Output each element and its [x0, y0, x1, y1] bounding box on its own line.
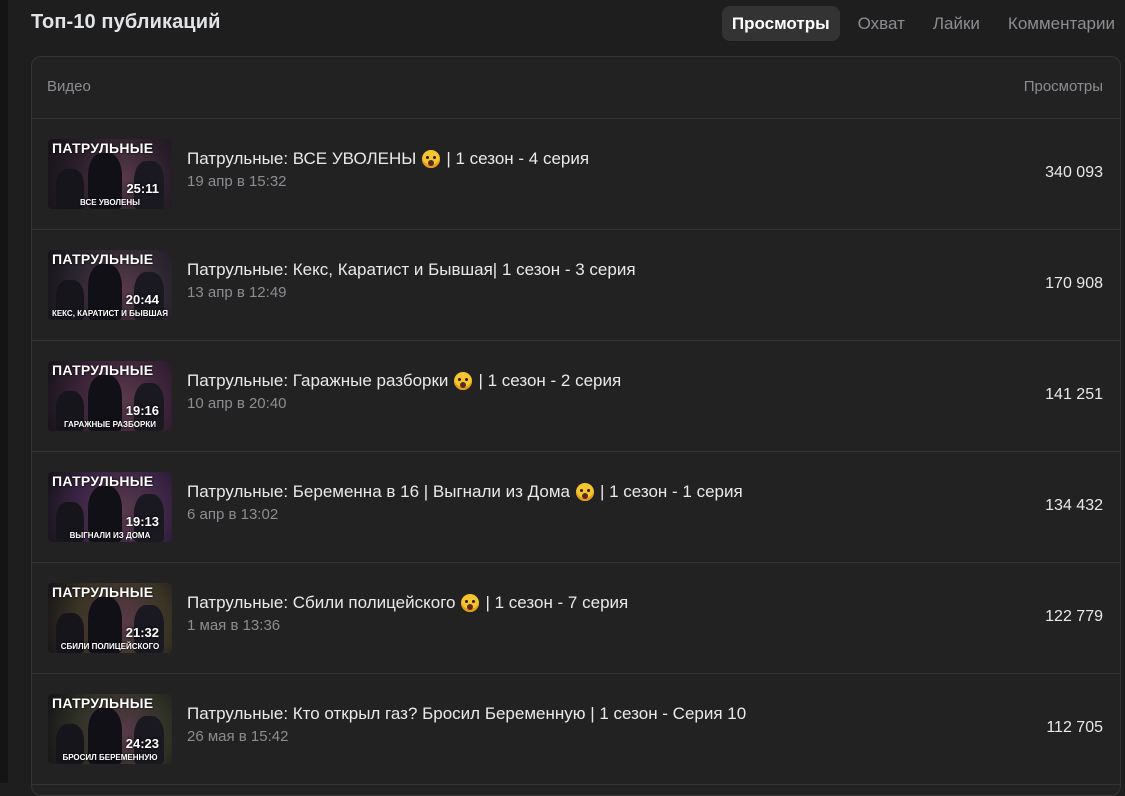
table-row[interactable]: ПАТРУЛЬНЫЕ 25:11 ВСЕ УВОЛЕНЫ Патрульные: ВС… — [32, 119, 1120, 230]
thumbnail-caption: БРОСИЛ БЕРЕМЕННУЮ — [62, 753, 158, 762]
video-title: Патрульные: ВСЕ УВОЛЕНЫ — [187, 149, 417, 168]
publish-date: 1 мая в 13:36 — [187, 617, 281, 634]
views-count: 340 093 — [1045, 164, 1103, 181]
scream-emoji-icon — [422, 150, 441, 168]
video-thumbnail[interactable]: ПАТРУЛЬНЫЕ 20:44 КЕКС, КАРАТИСТ И БЫВШАЯ — [48, 250, 172, 320]
video-thumbnail[interactable]: ПАТРУЛЬНЫЕ 19:13 ВЫГНАЛИ ИЗ ДОМА — [48, 472, 172, 542]
metric-tabs: Просмотры Охват Лайки Комментарии — [714, 6, 1125, 41]
video-title: Патрульные: Гаражные разборки — [187, 371, 449, 390]
thumbnail-brand-text: ПАТРУЛЬНЫЕ — [52, 584, 154, 600]
top-publications-header: Топ-10 публикаций Просмотры Охват Лайки … — [31, 0, 1125, 48]
table-header: Видео Просмотры — [32, 57, 1120, 119]
left-edge-strip — [0, 0, 8, 783]
video-title-suffix: | 1 сезон - 4 серия — [446, 149, 590, 168]
video-title-link[interactable]: Патрульные: Кекс, Каратист и Бывшая| 1 с… — [187, 260, 636, 280]
table-row[interactable]: ПАТРУЛЬНЫЕ 19:13 ВЫГНАЛИ ИЗ ДОМА Патрульные… — [32, 452, 1120, 563]
video-title: Патрульные: Беременна в 16 | Выгнали из … — [187, 482, 570, 501]
scream-emoji-icon — [454, 372, 473, 390]
views-count: 122 779 — [1045, 608, 1103, 625]
video-title-link[interactable]: Патрульные: Гаражные разборки | 1 сезон -… — [187, 371, 621, 391]
scream-emoji-icon — [575, 483, 594, 501]
publish-date: 19 апр в 15:32 — [187, 173, 287, 190]
tab-reach[interactable]: Охват — [848, 6, 915, 41]
video-duration: 20:44 — [125, 292, 159, 307]
video-title: Патрульные: Кто открыл газ? Бросил Берем… — [187, 704, 747, 723]
video-title: Патрульные: Кекс, Каратист и Бывшая| 1 с… — [187, 260, 636, 279]
views-count: 134 432 — [1045, 497, 1103, 514]
video-duration: 25:11 — [126, 181, 159, 196]
video-thumbnail[interactable]: ПАТРУЛЬНЫЕ 25:11 ВСЕ УВОЛЕНЫ — [48, 139, 172, 209]
table-body: ПАТРУЛЬНЫЕ 25:11 ВСЕ УВОЛЕНЫ Патрульные: ВС… — [32, 119, 1120, 785]
scream-emoji-icon — [461, 594, 480, 612]
thumbnail-brand-text: ПАТРУЛЬНЫЕ — [52, 695, 154, 711]
table-row[interactable]: ПАТРУЛЬНЫЕ 24:23 БРОСИЛ БЕРЕМЕННУЮ Патрульн… — [32, 674, 1120, 785]
table-row[interactable]: ПАТРУЛЬНЫЕ 20:44 КЕКС, КАРАТИСТ И БЫВШАЯ Па… — [32, 230, 1120, 341]
table-row[interactable]: ПАТРУЛЬНЫЕ 19:16 ГАРАЖНЫЕ РАЗБОРКИ Патрульн… — [32, 341, 1120, 452]
thumbnail-caption: ВЫГНАЛИ ИЗ ДОМА — [69, 531, 151, 540]
column-header-views[interactable]: Просмотры — [1024, 78, 1103, 95]
tab-views[interactable]: Просмотры — [721, 6, 840, 41]
publish-date: 13 апр в 12:49 — [187, 284, 287, 301]
thumbnail-caption: ВСЕ УВОЛЕНЫ — [80, 198, 140, 207]
thumbnail-caption: ГАРАЖНЫЕ РАЗБОРКИ — [64, 420, 156, 429]
video-thumbnail[interactable]: ПАТРУЛЬНЫЕ 24:23 БРОСИЛ БЕРЕМЕННУЮ — [48, 694, 172, 764]
column-header-video: Видео — [47, 78, 91, 95]
video-title-link[interactable]: Патрульные: Кто открыл газ? Бросил Берем… — [187, 704, 746, 724]
video-title-suffix: | 1 сезон - 1 серия — [599, 482, 743, 501]
views-count: 170 908 — [1045, 275, 1103, 292]
publish-date: 26 мая в 15:42 — [187, 728, 289, 745]
video-title-link[interactable]: Патрульные: ВСЕ УВОЛЕНЫ | 1 сезон - 4 сер… — [187, 149, 589, 169]
video-thumbnail[interactable]: ПАТРУЛЬНЫЕ 21:32 СБИЛИ ПОЛИЦЕЙСКОГО — [48, 583, 172, 653]
table-row[interactable]: ПАТРУЛЬНЫЕ 21:32 СБИЛИ ПОЛИЦЕЙСКОГО Патруль… — [32, 563, 1120, 674]
tab-likes[interactable]: Лайки — [923, 6, 990, 41]
video-title: Патрульные: Сбили полицейского — [187, 593, 456, 612]
tab-comments[interactable]: Комментарии — [998, 6, 1125, 41]
thumbnail-brand-text: ПАТРУЛЬНЫЕ — [52, 140, 154, 156]
views-count: 112 705 — [1046, 719, 1103, 736]
video-duration: 19:13 — [125, 514, 159, 529]
video-title-suffix: | 1 сезон - 2 серия — [478, 371, 622, 390]
video-title-link[interactable]: Патрульные: Беременна в 16 | Выгнали из … — [187, 482, 743, 502]
thumbnail-caption: СБИЛИ ПОЛИЦЕЙСКОГО — [60, 642, 160, 651]
video-thumbnail[interactable]: ПАТРУЛЬНЫЕ 19:16 ГАРАЖНЫЕ РАЗБОРКИ — [48, 361, 172, 431]
thumbnail-brand-text: ПАТРУЛЬНЫЕ — [52, 473, 154, 489]
video-duration: 21:32 — [125, 625, 159, 640]
page-title: Топ-10 публикаций — [31, 11, 221, 33]
top-videos-table: Видео Просмотры ПАТРУЛЬНЫЕ 25:11 ВСЕ УВОЛЕ… — [31, 56, 1121, 796]
video-duration: 24:23 — [125, 736, 159, 751]
views-count: 141 251 — [1045, 386, 1103, 403]
video-duration: 19:16 — [125, 403, 159, 418]
thumbnail-brand-text: ПАТРУЛЬНЫЕ — [52, 362, 154, 378]
publish-date: 10 апр в 20:40 — [187, 395, 287, 412]
video-title-suffix: | 1 сезон - 7 серия — [485, 593, 629, 612]
publish-date: 6 апр в 13:02 — [187, 506, 279, 523]
video-title-link[interactable]: Патрульные: Сбили полицейского | 1 сезон … — [187, 593, 628, 613]
thumbnail-brand-text: ПАТРУЛЬНЫЕ — [52, 251, 154, 267]
thumbnail-caption: КЕКС, КАРАТИСТ И БЫВШАЯ — [51, 309, 169, 318]
